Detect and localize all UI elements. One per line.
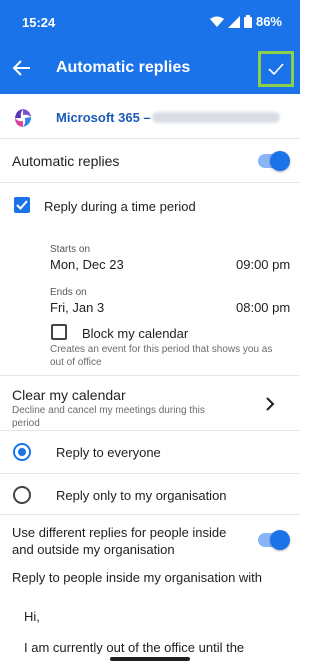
battery-icon: [243, 15, 252, 28]
save-button[interactable]: [258, 51, 294, 87]
block-calendar-description: Creates an event for this period that sh…: [50, 344, 273, 368]
starts-on-label: Starts on: [50, 244, 91, 255]
status-icons: 86%: [209, 14, 282, 29]
app-bar: Automatic replies: [0, 42, 300, 94]
reply-everyone-label[interactable]: Reply to everyone: [56, 445, 161, 460]
battery-level: 86%: [255, 14, 282, 29]
end-date[interactable]: Fri, Jan 3: [50, 300, 104, 315]
clear-calendar-label: Clear my calendar: [12, 387, 126, 403]
account-email-redacted: [152, 112, 280, 123]
clear-calendar-description: Decline and cancel my meetings during th…: [12, 405, 205, 429]
divider: [0, 182, 300, 183]
checkmark-icon: [268, 63, 284, 76]
block-calendar-label: Block my calendar: [82, 326, 189, 341]
back-arrow-icon[interactable]: [10, 56, 34, 80]
divider: [0, 473, 300, 474]
time-period-checkbox[interactable]: [14, 197, 30, 213]
divider: [0, 514, 300, 515]
status-bar: 15:24 86%: [0, 0, 300, 42]
ends-on-label: Ends on: [50, 287, 87, 298]
page-title: Automatic replies: [56, 59, 191, 76]
start-time[interactable]: 09:00 pm: [236, 257, 290, 272]
reply-organisation-label[interactable]: Reply only to my organisation: [56, 488, 227, 503]
block-calendar-checkbox[interactable]: [51, 324, 67, 340]
chevron-right-icon: [266, 397, 275, 411]
different-replies-toggle[interactable]: [258, 530, 290, 550]
divider: [0, 430, 300, 431]
time-period-label: Reply during a time period: [44, 199, 196, 214]
end-time[interactable]: 08:00 pm: [236, 300, 290, 315]
divider: [0, 375, 300, 376]
automatic-replies-label: Automatic replies: [12, 153, 120, 169]
status-time: 15:24: [22, 15, 56, 30]
message-body[interactable]: I am currently out of the office until t…: [24, 640, 286, 654]
different-replies-label: Use different replies for people inside …: [12, 525, 227, 557]
start-date[interactable]: Mon, Dec 23: [50, 257, 124, 272]
account-name: Microsoft 365 –: [56, 110, 151, 125]
message-greeting[interactable]: Hi,: [24, 609, 40, 624]
divider: [0, 138, 300, 139]
wifi-icon: [209, 16, 224, 27]
reply-organisation-radio[interactable]: [13, 486, 31, 504]
checkmark-icon: [16, 200, 28, 210]
app-header: 15:24 86% Automatic replies: [0, 0, 300, 94]
gesture-navigation-bar[interactable]: [110, 657, 190, 661]
microsoft365-logo-icon: [15, 109, 31, 127]
automatic-replies-toggle[interactable]: [258, 151, 290, 171]
reply-everyone-radio[interactable]: [13, 443, 31, 461]
signal-icon: [227, 15, 240, 28]
inside-reply-heading: Reply to people inside my organisation w…: [12, 570, 263, 585]
